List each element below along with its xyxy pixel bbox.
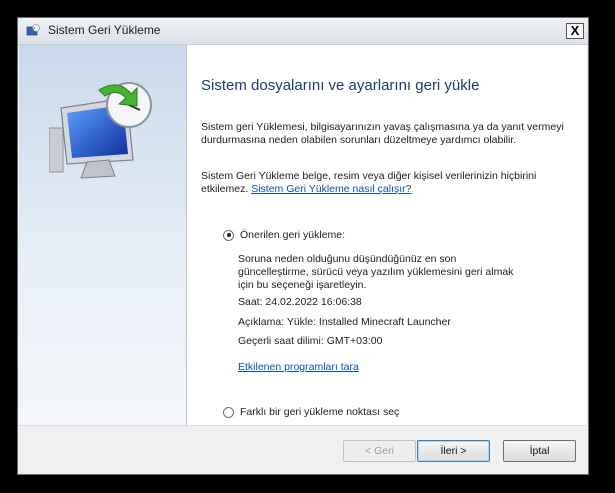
window-title: Sistem Geri Yükleme — [48, 23, 161, 37]
close-button[interactable]: X — [566, 23, 584, 39]
next-button[interactable]: İleri > — [417, 440, 490, 462]
recommended-restore-label: Önerilen geri yükleme: — [240, 229, 346, 241]
recommended-restore-option[interactable]: Önerilen geri yükleme: — [223, 229, 345, 241]
recommended-restore-radio[interactable] — [223, 229, 234, 241]
scan-affected-programs-link[interactable]: Etkilenen programları tara — [238, 361, 359, 373]
help-link[interactable]: Sistem Geri Yükleme nasıl çalışır? — [251, 183, 411, 195]
restore-description: Açıklama: Yükle: Installed Minecraft Lau… — [238, 316, 451, 328]
timezone-text: Geçerli saat dilimi: GMT+03:00 — [238, 335, 383, 347]
content-panel: Sistem dosyalarını ve ayarlarını geri yü… — [187, 45, 587, 425]
intro-text: Sistem geri Yüklemesi, bilgisayarınızın … — [201, 121, 564, 146]
system-restore-icon — [26, 24, 40, 36]
recommended-description: Soruna neden olduğunu düşündüğünüz en so… — [238, 253, 514, 291]
system-restore-window: Sistem Geri Yükleme X Sistem dosyalarını… — [17, 17, 589, 475]
other-restore-label: Farklı bir geri yükleme noktası seç — [240, 406, 400, 418]
left-decorative-panel — [19, 45, 187, 425]
note-paragraph: Sistem Geri Yükleme belge, resim veya di… — [201, 170, 566, 196]
back-button[interactable]: < Geri — [343, 440, 416, 462]
other-restore-option[interactable]: Farklı bir geri yükleme noktası seç — [223, 406, 399, 418]
title-bar[interactable]: Sistem Geri Yükleme X — [18, 18, 588, 45]
button-bar: < Geri İleri > İptal — [19, 425, 587, 473]
other-restore-radio[interactable] — [223, 406, 234, 418]
scan-link-row: Etkilenen programları tara — [238, 361, 528, 374]
page-heading: Sistem dosyalarını ve ayarlarını geri yü… — [201, 77, 480, 94]
system-restore-illustration-icon — [49, 82, 152, 179]
restore-time: Saat: 24.02.2022 16:06:38 — [238, 296, 362, 308]
cancel-button[interactable]: İptal — [503, 440, 576, 462]
